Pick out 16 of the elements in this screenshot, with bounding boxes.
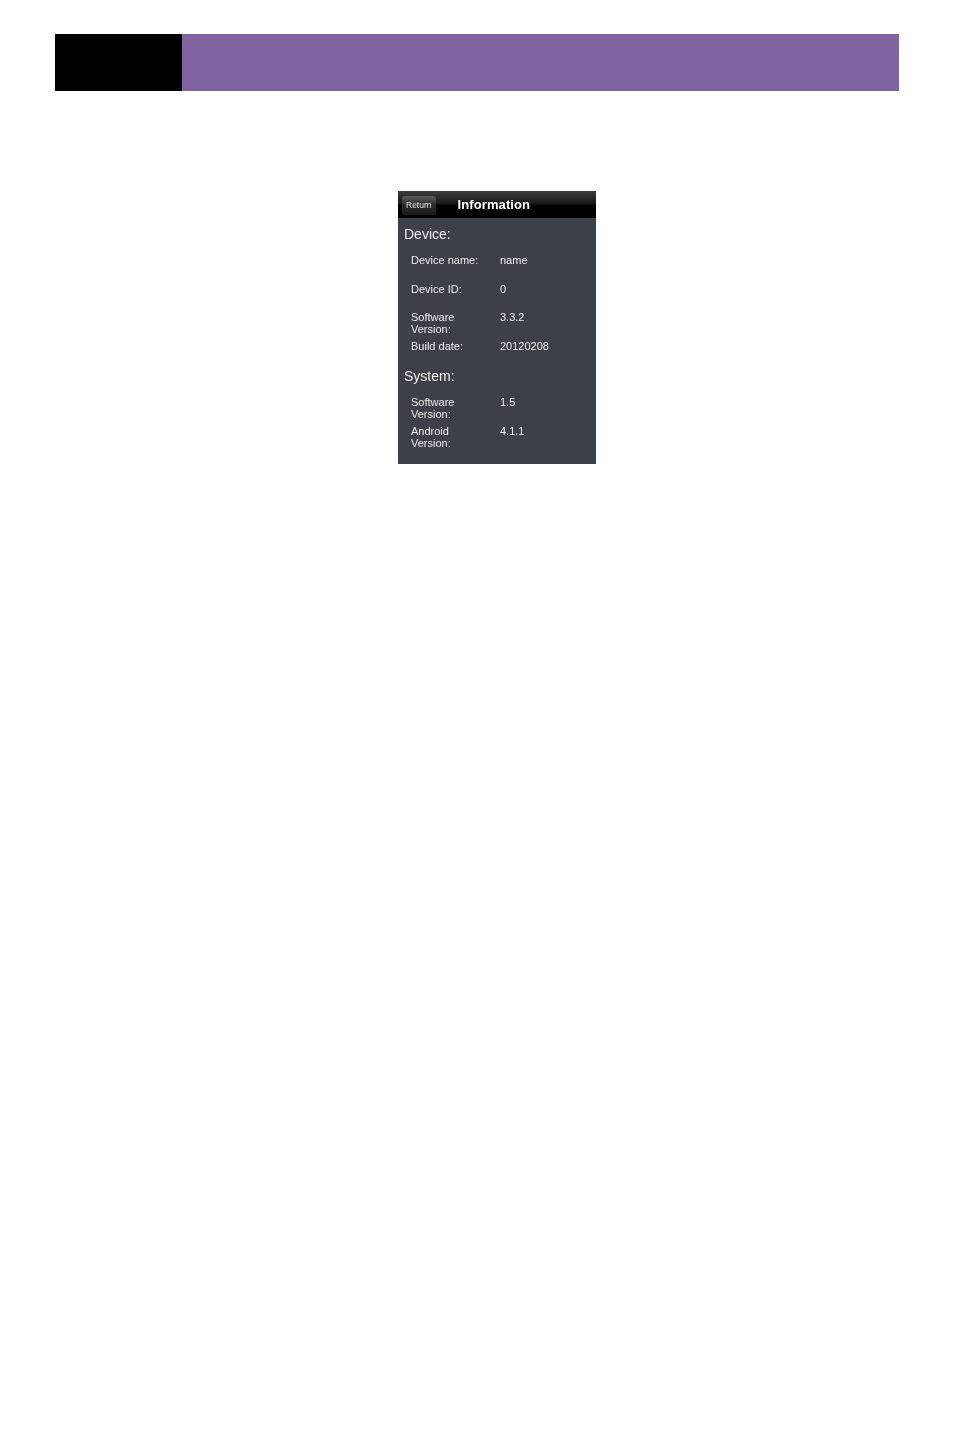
field-value: 0 <box>500 282 507 295</box>
field-value: 3.3.2 <box>500 311 525 323</box>
section-heading: Device: <box>404 226 452 242</box>
field-label: Android Version: <box>411 424 452 449</box>
field-label: Software Version: <box>411 311 456 335</box>
screen-title: Information <box>457 197 531 212</box>
return-button[interactable]: Return <box>402 195 436 215</box>
field-value: 4.1.1 <box>500 424 525 437</box>
field-label: Device ID: <box>411 282 463 295</box>
field-label: Device name: <box>411 254 480 266</box>
field-value: 1.5 <box>500 396 516 408</box>
field-value: name <box>500 254 528 266</box>
field-label: Build date: <box>411 339 464 352</box>
field-label: Software Version: <box>411 396 456 420</box>
section-heading: System: <box>404 368 456 384</box>
field-value: 20120208 <box>500 339 549 352</box>
